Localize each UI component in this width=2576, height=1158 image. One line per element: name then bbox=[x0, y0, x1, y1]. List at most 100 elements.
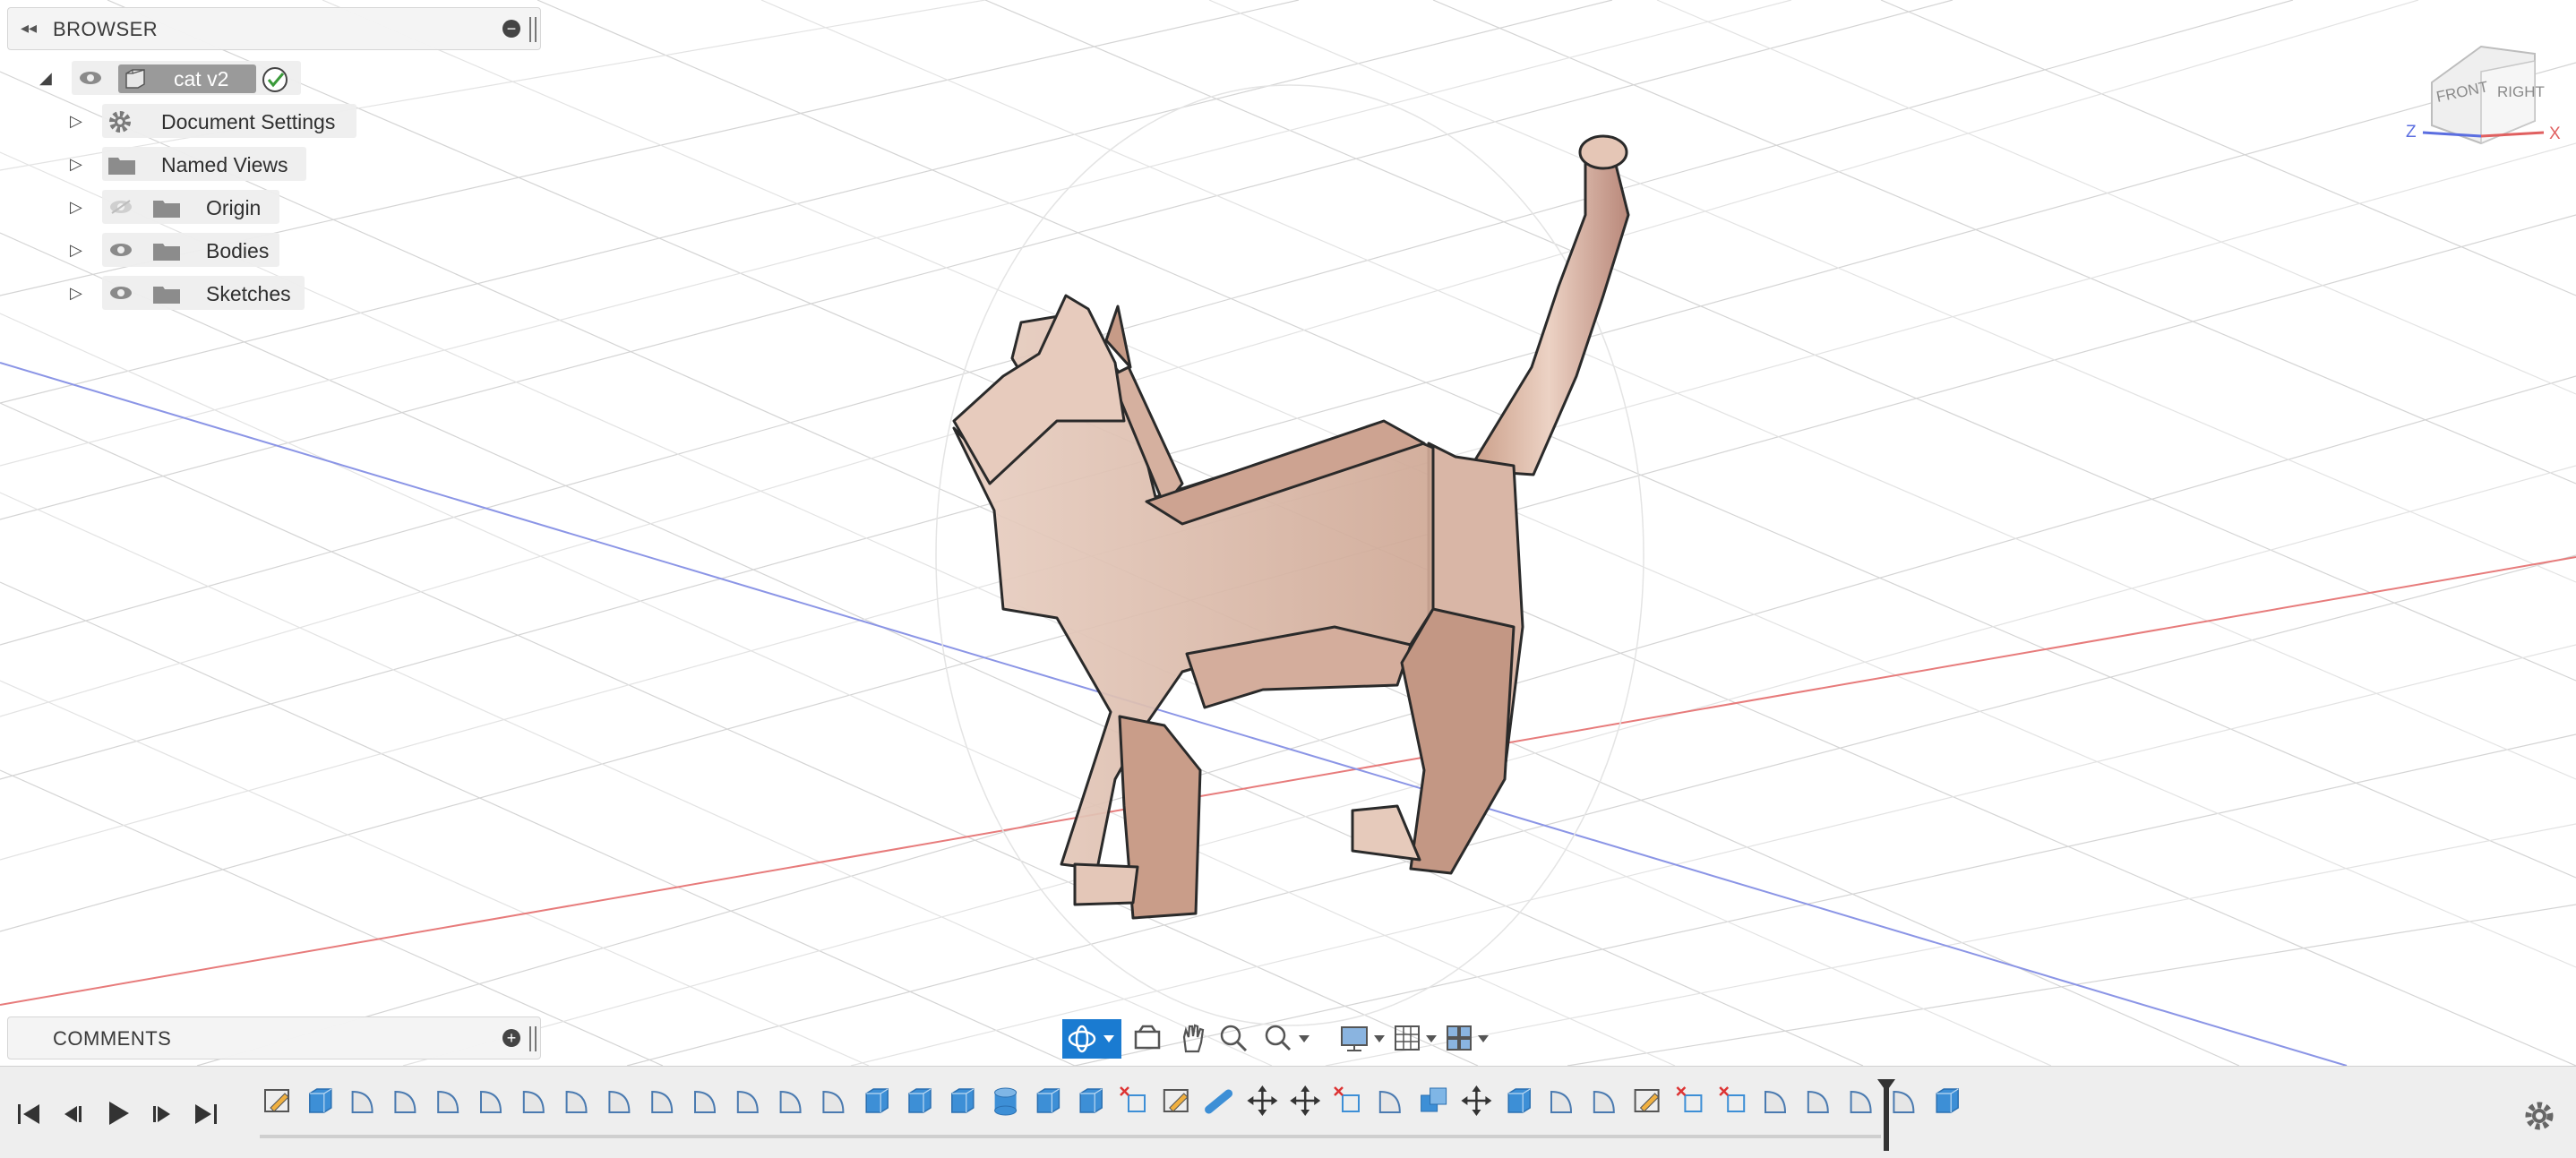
browser-panel-header: ◂◂ BROWSER − bbox=[7, 7, 541, 50]
timeline-feature-fillet-icon[interactable] bbox=[779, 1090, 802, 1113]
timeline-feature-move-icon[interactable] bbox=[1461, 1085, 1492, 1116]
folder-icon bbox=[108, 158, 135, 175]
folder-icon bbox=[153, 244, 180, 261]
timeline-feature-delete-sketch-icon[interactable] bbox=[1719, 1086, 1746, 1112]
timeline-feature-fillet-icon[interactable] bbox=[651, 1090, 674, 1113]
timeline-feature-fillet-icon[interactable] bbox=[1765, 1090, 1787, 1113]
grid-snap-icon[interactable] bbox=[1392, 1021, 1446, 1055]
tree-root-row[interactable]: ◢ cat v2 bbox=[0, 59, 305, 97]
timeline-feature-box-icon[interactable] bbox=[1936, 1088, 1959, 1113]
timeline-feature-extrude-icon[interactable] bbox=[309, 1088, 332, 1113]
timeline-feature-fillet-icon[interactable] bbox=[480, 1090, 502, 1113]
tree-item-named-views[interactable]: ▷ Named Views bbox=[0, 145, 322, 183]
timeline-marker[interactable] bbox=[1884, 1083, 1889, 1151]
timeline-feature-fillet-icon[interactable] bbox=[351, 1090, 374, 1113]
timeline-feature-fillet-icon[interactable] bbox=[565, 1090, 588, 1113]
timeline-feature-fillet-icon[interactable] bbox=[1807, 1090, 1829, 1113]
timeline-feature-fillet-icon[interactable] bbox=[822, 1090, 845, 1113]
timeline-feature-fillet-icon[interactable] bbox=[394, 1090, 416, 1113]
pan-icon[interactable] bbox=[1175, 1021, 1211, 1055]
comments-title: COMMENTS bbox=[53, 1027, 172, 1050]
timeline-feature-delete-sketch-icon[interactable] bbox=[1120, 1086, 1146, 1112]
visibility-eye-icon[interactable] bbox=[109, 243, 133, 257]
tree-item-label: Document Settings bbox=[161, 110, 336, 133]
timeline-feature-fillet-icon[interactable] bbox=[1378, 1090, 1401, 1113]
timeline-feature-sketch-icon[interactable] bbox=[264, 1089, 289, 1112]
folder-icon bbox=[153, 201, 180, 218]
zoom-icon[interactable] bbox=[1216, 1021, 1252, 1055]
orbit-icon bbox=[1068, 1025, 1114, 1053]
canvas-viewport[interactable]: FRONT RIGHT Z X bbox=[0, 0, 2576, 1066]
cat-tail-tip bbox=[1578, 134, 1628, 170]
comments-panel-header[interactable]: COMMENTS + bbox=[7, 1016, 541, 1059]
timeline-features bbox=[264, 1085, 1959, 1116]
tree-item-label: Origin bbox=[206, 196, 262, 219]
timeline-feature-sketch-icon[interactable] bbox=[1634, 1089, 1660, 1112]
add-comment-button[interactable]: + bbox=[502, 1029, 520, 1047]
timeline-feature-cylinder-icon[interactable] bbox=[994, 1087, 1018, 1116]
expand-triangle-icon[interactable]: ▷ bbox=[70, 241, 82, 260]
orbit-button[interactable] bbox=[1062, 1019, 1121, 1059]
folder-icon bbox=[153, 287, 180, 304]
panel-resize-handle[interactable] bbox=[529, 17, 537, 42]
timeline-feature-fillet-icon[interactable] bbox=[1850, 1090, 1872, 1113]
cat-model[interactable] bbox=[952, 134, 1630, 920]
tree-item-document-settings[interactable]: ▷ Document Settings bbox=[0, 102, 376, 140]
visibility-eye-icon[interactable] bbox=[109, 286, 133, 300]
timeline-feature-move-icon[interactable] bbox=[1290, 1085, 1321, 1116]
fit-icon[interactable] bbox=[1261, 1021, 1315, 1055]
tree-item-sketches[interactable]: ▷ Sketches bbox=[0, 274, 313, 312]
timeline-bar bbox=[0, 1066, 2576, 1158]
component-cube-icon bbox=[125, 69, 145, 89]
display-settings-icon[interactable] bbox=[1338, 1021, 1392, 1055]
timeline-feature-delete-sketch-icon[interactable] bbox=[1334, 1086, 1360, 1112]
timeline-feature-sketch-icon[interactable] bbox=[1163, 1089, 1189, 1112]
cat-back-paw bbox=[1351, 804, 1421, 862]
timeline-feature-extrude-icon[interactable] bbox=[951, 1088, 975, 1113]
timeline-feature-fillet-icon[interactable] bbox=[437, 1090, 459, 1113]
minimize-panel-button[interactable]: − bbox=[502, 20, 520, 38]
timeline-feature-move-icon[interactable] bbox=[1247, 1085, 1278, 1116]
expand-triangle-icon[interactable]: ▷ bbox=[70, 198, 82, 217]
timeline-feature-fillet-icon[interactable] bbox=[608, 1090, 631, 1113]
timeline-feature-extrude-icon[interactable] bbox=[1507, 1088, 1531, 1113]
collapse-panel-icon[interactable]: ◂◂ bbox=[21, 19, 37, 38]
tree-item-label: Sketches bbox=[206, 282, 291, 305]
viewcube-right-label: RIGHT bbox=[2497, 83, 2545, 100]
timeline-feature-extrude-icon[interactable] bbox=[908, 1088, 932, 1113]
timeline-feature-fillet-icon[interactable] bbox=[1593, 1090, 1615, 1113]
timeline-feature-fillet-icon[interactable] bbox=[1550, 1090, 1573, 1113]
cat-front-paw bbox=[1073, 862, 1139, 906]
root-component-label[interactable]: cat v2 bbox=[174, 67, 228, 91]
timeline-feature-extrude-icon[interactable] bbox=[1079, 1088, 1103, 1113]
cat-back-leg bbox=[1400, 607, 1516, 875]
timeline-feature-pipe-icon[interactable] bbox=[1205, 1089, 1233, 1114]
tree-item-bodies[interactable]: ▷ Bodies bbox=[0, 231, 287, 269]
timeline-feature-fillet-icon[interactable] bbox=[694, 1090, 717, 1113]
expand-triangle-icon[interactable]: ▷ bbox=[70, 284, 82, 303]
timeline-settings-gear-icon[interactable] bbox=[2522, 1099, 2556, 1133]
visibility-eye-icon[interactable] bbox=[79, 71, 102, 85]
timeline-feature-fillet-icon[interactable] bbox=[736, 1090, 759, 1113]
timeline-feature-delete-sketch-icon[interactable] bbox=[1676, 1086, 1703, 1112]
timeline-feature-extrude-icon[interactable] bbox=[1036, 1088, 1060, 1113]
timeline-feature-extrude-icon[interactable] bbox=[865, 1088, 889, 1113]
expand-triangle-icon[interactable]: ▷ bbox=[70, 112, 82, 131]
timeline-feature-fillet-icon[interactable] bbox=[522, 1090, 545, 1113]
timeline-feature-fillet-icon[interactable] bbox=[1893, 1090, 1915, 1113]
viewcube[interactable]: FRONT RIGHT Z X bbox=[2406, 45, 2561, 145]
tree-item-origin[interactable]: ▷ Origin bbox=[0, 188, 287, 226]
tree-item-label: Named Views bbox=[161, 153, 288, 176]
visibility-hidden-eye-icon[interactable] bbox=[109, 200, 133, 214]
viewcube-z-label: Z bbox=[2406, 123, 2417, 142]
timeline-feature-combine-icon[interactable] bbox=[1421, 1087, 1447, 1112]
viewports-icon[interactable] bbox=[1444, 1021, 1498, 1055]
tree-item-label: Bodies bbox=[206, 239, 270, 262]
active-component-check-icon[interactable] bbox=[262, 66, 288, 93]
panel-resize-handle[interactable] bbox=[529, 1026, 537, 1051]
navigation-toolbar bbox=[1059, 1016, 1503, 1060]
look-at-icon[interactable] bbox=[1130, 1021, 1166, 1055]
expand-triangle-icon[interactable]: ▷ bbox=[70, 155, 82, 174]
collapse-triangle-icon[interactable]: ◢ bbox=[39, 69, 52, 88]
timeline-marker-head bbox=[1877, 1079, 1895, 1092]
